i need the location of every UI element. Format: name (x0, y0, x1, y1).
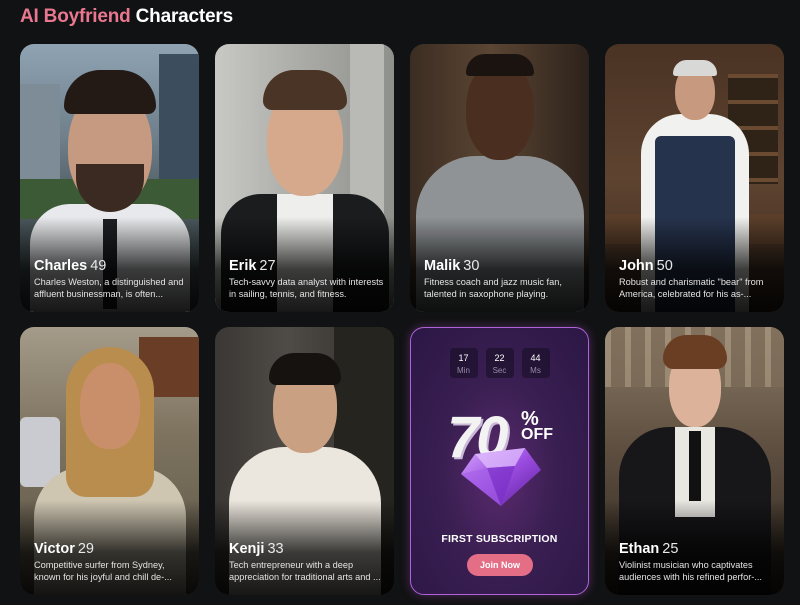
page: AI Boyfriend Characters Charles 49 Charle… (0, 0, 800, 605)
card-description: Tech-savvy data analyst with interests i… (229, 277, 384, 299)
card-info: Kenji 33 Tech entrepreneur with a deep ap… (229, 541, 384, 583)
title-rest: Characters (135, 6, 233, 27)
card-info: John 50 Robust and charismatic "bear" fro… (619, 258, 774, 300)
card-info: Malik 30 Fitness coach and jazz music fan… (424, 258, 579, 300)
card-info: Charles 49 Charles Weston, a distinguishe… (34, 258, 189, 300)
character-card-erik[interactable]: Erik 27 Tech-savvy data analyst with inte… (215, 44, 394, 312)
character-card-malik[interactable]: Malik 30 Fitness coach and jazz music fan… (410, 44, 589, 312)
page-title: AI Boyfriend Characters (20, 6, 233, 28)
card-description: Violinist musician who captivates audien… (619, 560, 762, 582)
character-card-john[interactable]: John 50 Robust and charismatic "bear" fro… (605, 44, 784, 312)
character-grid: Charles 49 Charles Weston, a distinguishe… (20, 44, 784, 595)
timer-seconds: 22 Sec (485, 348, 514, 378)
join-now-button[interactable]: Join Now (467, 554, 533, 576)
card-name: John 50 (619, 258, 673, 274)
title-accent: AI Boyfriend (20, 6, 131, 27)
card-info: Victor 29 Competitive surfer from Sydney,… (34, 541, 189, 583)
card-name: Malik 30 (424, 258, 480, 274)
card-name: Erik 27 (229, 258, 276, 274)
character-card-victor[interactable]: Victor 29 Competitive surfer from Sydney,… (20, 327, 199, 595)
card-description: Charles Weston, a distinguished and affl… (34, 277, 184, 299)
card-name: Ethan 25 (619, 541, 679, 557)
character-card-ethan[interactable]: Ethan 25 Violinist musician who captivate… (605, 327, 784, 595)
card-description: Robust and charismatic "bear" from Ameri… (619, 277, 764, 299)
gem-icon (461, 448, 541, 506)
card-info: Ethan 25 Violinist musician who captivate… (619, 541, 774, 583)
timer-minutes: 17 Min (449, 348, 478, 378)
character-card-charles[interactable]: Charles 49 Charles Weston, a distinguishe… (20, 44, 199, 312)
card-description: Competitive surfer from Sydney, known fo… (34, 560, 172, 582)
timer-milliseconds: 44 Ms (521, 348, 550, 378)
character-card-kenji[interactable]: Kenji 33 Tech entrepreneur with a deep ap… (215, 327, 394, 595)
card-name: Victor 29 (34, 541, 94, 557)
promo-subtitle: FIRST SUBSCRIPTION (441, 533, 558, 545)
card-name: Charles 49 (34, 258, 107, 274)
card-description: Tech entrepreneur with a deep appreciati… (229, 560, 381, 582)
card-name: Kenji 33 (229, 541, 284, 557)
countdown-timer: 17 Min 22 Sec 44 Ms (411, 348, 588, 378)
card-description: Fitness coach and jazz music fan, talent… (424, 277, 562, 299)
card-info: Erik 27 Tech-savvy data analyst with inte… (229, 258, 384, 300)
promo-card: 17 Min 22 Sec 44 Ms 70 % OFF FIRST SUBSC… (410, 327, 589, 595)
